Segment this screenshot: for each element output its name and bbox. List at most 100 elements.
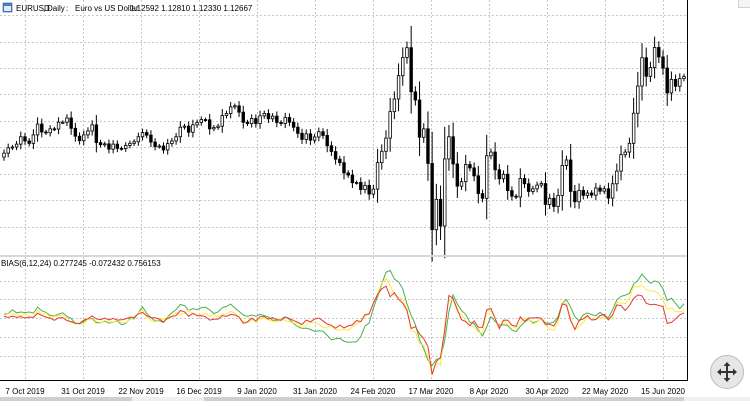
time-axis: 7 Oct 2019 31 Oct 2019 22 Nov 2019 16 Dec 2… xyxy=(5,387,685,396)
candle-bullish xyxy=(464,164,468,183)
candle-bullish xyxy=(224,113,229,117)
chart-shift-marker[interactable] xyxy=(738,0,750,8)
candle-bullish xyxy=(380,150,384,164)
candle-bearish xyxy=(325,135,329,147)
candle-bearish xyxy=(589,192,594,196)
candle-bullish xyxy=(354,182,359,184)
candle-bearish xyxy=(186,125,191,133)
zoom-button[interactable] xyxy=(710,355,744,389)
candle-bearish xyxy=(207,119,212,130)
candle-bullish xyxy=(10,146,15,149)
candle-bullish xyxy=(103,143,107,146)
candle-bearish xyxy=(350,174,355,184)
time-axis-label: 17 Mar 2020 xyxy=(409,387,454,396)
pane-separator[interactable] xyxy=(0,255,687,257)
candle-bearish xyxy=(581,189,585,196)
candle-bearish xyxy=(438,198,443,227)
candle-bullish xyxy=(392,98,397,113)
move-arrows-icon xyxy=(717,362,737,382)
candle-bearish xyxy=(417,99,422,138)
candle-bearish xyxy=(73,127,78,137)
candle-bearish xyxy=(573,191,577,203)
horizontal-scrollbar[interactable] xyxy=(0,397,750,401)
candle-bearish xyxy=(52,128,57,131)
candle-bullish xyxy=(199,119,203,123)
candle-bearish xyxy=(476,175,481,194)
candle-bearish xyxy=(506,173,510,192)
candle-bullish xyxy=(615,170,619,185)
candle-bearish xyxy=(291,121,296,128)
candle-bullish xyxy=(640,57,644,87)
candle-bearish xyxy=(203,119,208,121)
candle-bullish xyxy=(90,124,94,132)
candle-bullish xyxy=(459,181,464,187)
candle-bullish xyxy=(233,105,237,108)
candle-bullish xyxy=(136,136,141,143)
candle-bullish xyxy=(191,124,195,133)
candle-bullish xyxy=(283,117,287,124)
candle-bearish xyxy=(342,162,346,174)
candle-bearish xyxy=(568,159,573,192)
candle-bearish xyxy=(149,134,153,143)
candle-bullish xyxy=(228,106,233,114)
candle-bullish xyxy=(48,128,52,134)
candle-bearish xyxy=(237,105,241,113)
candle-bearish xyxy=(254,118,258,124)
candle-bearish xyxy=(279,122,283,124)
candle-bullish xyxy=(262,113,266,117)
candle-bullish xyxy=(61,121,65,124)
candle-bullish xyxy=(363,184,367,190)
candle-bullish xyxy=(14,143,19,148)
chart-window[interactable]: 7 Oct 2019 31 Oct 2019 22 Nov 2019 16 Dec 2… xyxy=(0,0,750,401)
candle-bullish xyxy=(564,159,569,166)
candle-bearish xyxy=(321,131,325,136)
candle-bearish xyxy=(161,145,166,151)
candle-bearish xyxy=(409,47,413,93)
candle-bearish xyxy=(665,67,669,94)
candle-bearish xyxy=(23,136,27,142)
candle-bullish xyxy=(388,111,392,139)
candle-bullish xyxy=(489,151,493,157)
candle-bullish xyxy=(375,162,380,190)
candle-bullish xyxy=(556,195,560,207)
candle-bearish xyxy=(543,183,548,205)
candle-bearish xyxy=(413,91,418,101)
candle-bearish xyxy=(598,187,602,192)
candle-bearish xyxy=(451,136,455,165)
candle-bullish xyxy=(86,130,90,136)
candle-bullish xyxy=(547,197,552,205)
candle-bearish xyxy=(552,197,556,207)
candle-bullish xyxy=(65,117,69,123)
candle-bearish xyxy=(644,57,648,77)
candle-bullish xyxy=(396,75,401,100)
header-colon: : xyxy=(66,4,68,13)
candle-bearish xyxy=(77,135,82,142)
candle-bullish xyxy=(317,131,321,138)
candle-bullish xyxy=(405,47,409,58)
time-axis-label: 22 May 2020 xyxy=(582,387,629,396)
candle-bullish xyxy=(678,78,682,87)
candle-bullish xyxy=(182,125,187,128)
scrollbar-thumb-left[interactable] xyxy=(0,397,132,401)
time-axis-label: 8 Apr 2020 xyxy=(470,387,509,396)
candle-bullish xyxy=(128,142,132,146)
candle-bearish xyxy=(94,124,99,143)
candle-bearish xyxy=(510,190,514,197)
candle-bearish xyxy=(308,133,313,141)
scrollbar-thumb[interactable] xyxy=(204,397,684,401)
chart-canvas[interactable]: 7 Oct 2019 31 Oct 2019 22 Nov 2019 16 Dec 2… xyxy=(0,0,750,401)
candle-bearish xyxy=(44,131,48,134)
bias-line-1 xyxy=(3,277,685,377)
candle-bullish xyxy=(157,145,162,148)
candle-bullish xyxy=(35,123,40,136)
header-timeframe: Daily xyxy=(47,4,65,13)
header-ohlc: 1.12592 1.12810 1.12330 1.12667 xyxy=(130,4,253,13)
candle-bullish xyxy=(594,187,598,196)
candle-bullish xyxy=(434,198,439,231)
candle-bullish xyxy=(174,136,178,142)
candle-bullish xyxy=(539,183,543,186)
time-axis-label: 15 Jun 2020 xyxy=(641,387,686,396)
candle-bullish xyxy=(195,122,199,126)
time-axis-label: 9 Jan 2020 xyxy=(237,387,277,396)
time-axis-label: 31 Jan 2020 xyxy=(293,387,338,396)
